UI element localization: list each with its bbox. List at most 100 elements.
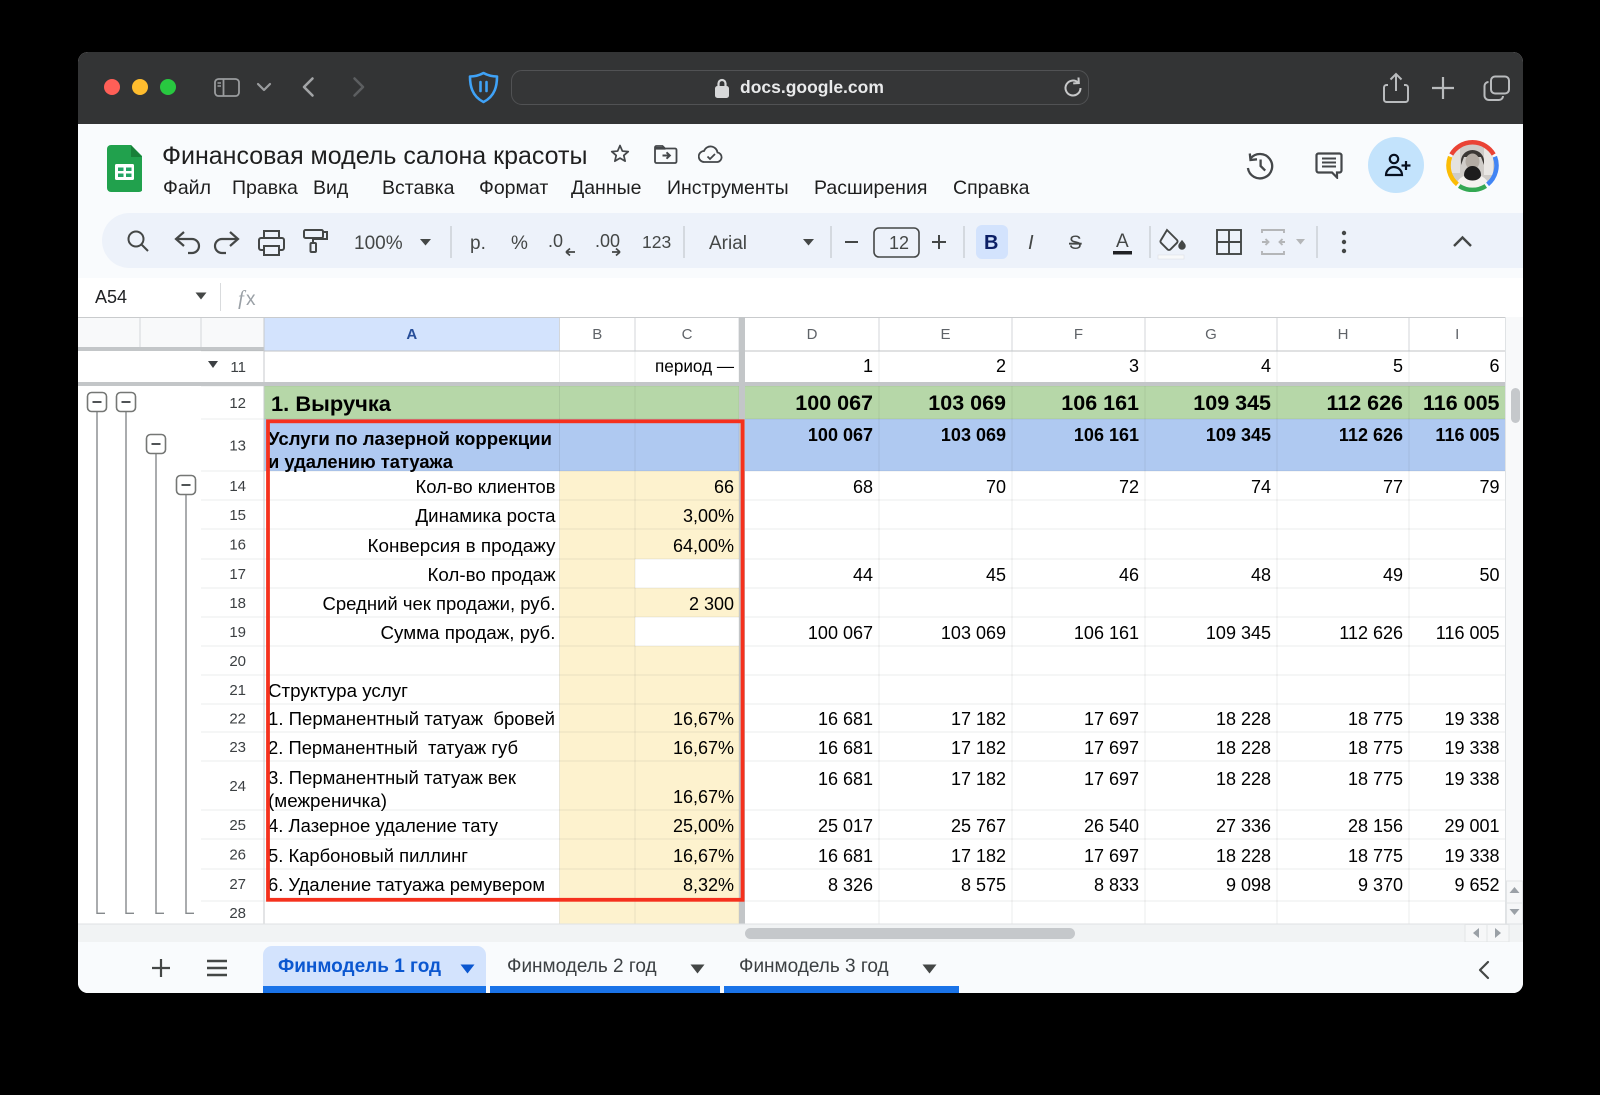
- svg-text:17 697: 17 697: [1084, 709, 1139, 729]
- svg-text:12: 12: [889, 233, 909, 253]
- svg-text:109 345: 109 345: [1206, 425, 1271, 445]
- svg-text:Структура услуг: Структура услуг: [268, 681, 408, 701]
- svg-text:68: 68: [853, 477, 873, 497]
- svg-text:106 161: 106 161: [1061, 391, 1139, 415]
- svg-text:1: 1: [863, 356, 873, 376]
- svg-text:4: 4: [1261, 356, 1271, 376]
- svg-text:25 017: 25 017: [818, 816, 873, 836]
- svg-text:Услуги по лазерной коррекции: Услуги по лазерной коррекции: [268, 429, 552, 449]
- svg-text:74: 74: [1251, 477, 1271, 497]
- svg-text:50: 50: [1479, 565, 1499, 585]
- svg-text:(межреничка): (межреничка): [268, 791, 387, 811]
- svg-text:B: B: [592, 326, 602, 343]
- svg-text:Arial: Arial: [709, 233, 747, 254]
- svg-text:18 228: 18 228: [1216, 846, 1271, 866]
- svg-text:18 775: 18 775: [1348, 769, 1403, 789]
- svg-text:27: 27: [229, 876, 246, 893]
- svg-text:109 345: 109 345: [1206, 623, 1271, 643]
- svg-text:17 697: 17 697: [1084, 769, 1139, 789]
- svg-text:116 005: 116 005: [1423, 391, 1500, 415]
- svg-text:12: 12: [229, 395, 246, 412]
- svg-text:17 182: 17 182: [951, 846, 1006, 866]
- svg-text:116 005: 116 005: [1436, 623, 1500, 643]
- svg-text:25: 25: [229, 817, 246, 834]
- svg-text:19: 19: [229, 624, 246, 641]
- svg-text:Сумма продаж, руб.: Сумма продаж, руб.: [381, 623, 556, 643]
- svg-text:G: G: [1205, 326, 1217, 343]
- svg-text:28 156: 28 156: [1348, 816, 1403, 836]
- svg-text:103 069: 103 069: [941, 425, 1006, 445]
- svg-text:14: 14: [229, 478, 246, 495]
- svg-text:17 182: 17 182: [951, 769, 1006, 789]
- svg-text:17 697: 17 697: [1084, 738, 1139, 758]
- svg-text:1. Перманентный татуаж бровей: 1. Перманентный татуаж бровей: [268, 709, 555, 729]
- svg-text:48: 48: [1251, 565, 1271, 585]
- svg-text:6: 6: [1489, 356, 1499, 376]
- svg-text:19 338: 19 338: [1444, 738, 1499, 758]
- svg-text:16 681: 16 681: [818, 846, 873, 866]
- svg-text:112 626: 112 626: [1339, 623, 1403, 643]
- svg-text:18 228: 18 228: [1216, 738, 1271, 758]
- svg-text:116 005: 116 005: [1435, 425, 1499, 445]
- svg-text:21: 21: [229, 682, 246, 699]
- svg-text:1. Выручка: 1. Выручка: [271, 392, 392, 416]
- svg-text:17 182: 17 182: [951, 738, 1006, 758]
- svg-text:8 326: 8 326: [828, 875, 873, 895]
- svg-text:103 069: 103 069: [941, 623, 1006, 643]
- svg-text:3: 3: [1129, 356, 1139, 376]
- svg-text:E: E: [940, 326, 950, 343]
- svg-text:Конверсия в продажу: Конверсия в продажу: [368, 536, 556, 556]
- svg-text:16,67%: 16,67%: [673, 846, 734, 866]
- svg-text:16,67%: 16,67%: [673, 738, 734, 758]
- svg-text:15: 15: [229, 507, 246, 524]
- svg-text:3. Перманентный татуаж век: 3. Перманентный татуаж век: [268, 768, 516, 788]
- svg-text:17 697: 17 697: [1084, 846, 1139, 866]
- svg-text:66: 66: [714, 477, 734, 497]
- svg-text:79: 79: [1479, 477, 1499, 497]
- svg-text:24: 24: [229, 778, 246, 795]
- svg-text:I: I: [1455, 326, 1459, 343]
- svg-text:18 775: 18 775: [1348, 738, 1403, 758]
- svg-text:2 300: 2 300: [689, 594, 734, 614]
- svg-text:19 338: 19 338: [1444, 709, 1499, 729]
- svg-text:и удалению татуажа: и удалению татуажа: [268, 452, 454, 472]
- svg-text:%: %: [511, 233, 528, 254]
- svg-text:B: B: [984, 232, 998, 254]
- svg-text:2. Перманентный татуаж губ: 2. Перманентный татуаж губ: [268, 738, 518, 758]
- svg-text:100 067: 100 067: [808, 623, 873, 643]
- svg-text:6. Удаление татуажа ремувером: 6. Удаление татуажа ремувером: [268, 875, 545, 895]
- svg-text:4. Лазерное удаление тату: 4. Лазерное удаление тату: [268, 816, 498, 836]
- svg-text:17 182: 17 182: [951, 709, 1006, 729]
- svg-text:5: 5: [1393, 356, 1403, 376]
- svg-text:77: 77: [1383, 477, 1403, 497]
- svg-text:123: 123: [642, 232, 671, 252]
- svg-text:5. Карбоновый пиллинг: 5. Карбоновый пиллинг: [268, 846, 468, 866]
- svg-text:9 652: 9 652: [1454, 875, 1499, 895]
- svg-text:49: 49: [1383, 565, 1403, 585]
- svg-text:18: 18: [229, 595, 246, 612]
- svg-text:19 338: 19 338: [1444, 846, 1499, 866]
- svg-text:период —: период —: [655, 356, 734, 376]
- svg-text:19 338: 19 338: [1444, 769, 1499, 789]
- svg-text:17: 17: [229, 566, 246, 583]
- svg-text:112 626: 112 626: [1326, 391, 1403, 415]
- svg-text:18 228: 18 228: [1216, 709, 1271, 729]
- svg-text:112 626: 112 626: [1339, 425, 1403, 445]
- svg-text:р.: р.: [470, 233, 486, 254]
- svg-text:100 067: 100 067: [808, 425, 873, 445]
- svg-text:2: 2: [996, 356, 1006, 376]
- svg-text:3,00%: 3,00%: [683, 506, 734, 526]
- svg-text:Кол-во клиентов: Кол-во клиентов: [416, 477, 556, 497]
- svg-text:x: x: [246, 289, 256, 309]
- svg-text:H: H: [1338, 326, 1349, 343]
- svg-text:29 001: 29 001: [1444, 816, 1499, 836]
- svg-text:11: 11: [230, 359, 246, 376]
- svg-text:26: 26: [229, 847, 246, 864]
- svg-text:16 681: 16 681: [818, 769, 873, 789]
- svg-text:.0: .0: [548, 231, 563, 251]
- svg-text:18 775: 18 775: [1348, 846, 1403, 866]
- svg-text:25 767: 25 767: [951, 816, 1006, 836]
- svg-text:16 681: 16 681: [818, 709, 873, 729]
- svg-text:A: A: [1116, 231, 1129, 252]
- svg-text:16 681: 16 681: [818, 738, 873, 758]
